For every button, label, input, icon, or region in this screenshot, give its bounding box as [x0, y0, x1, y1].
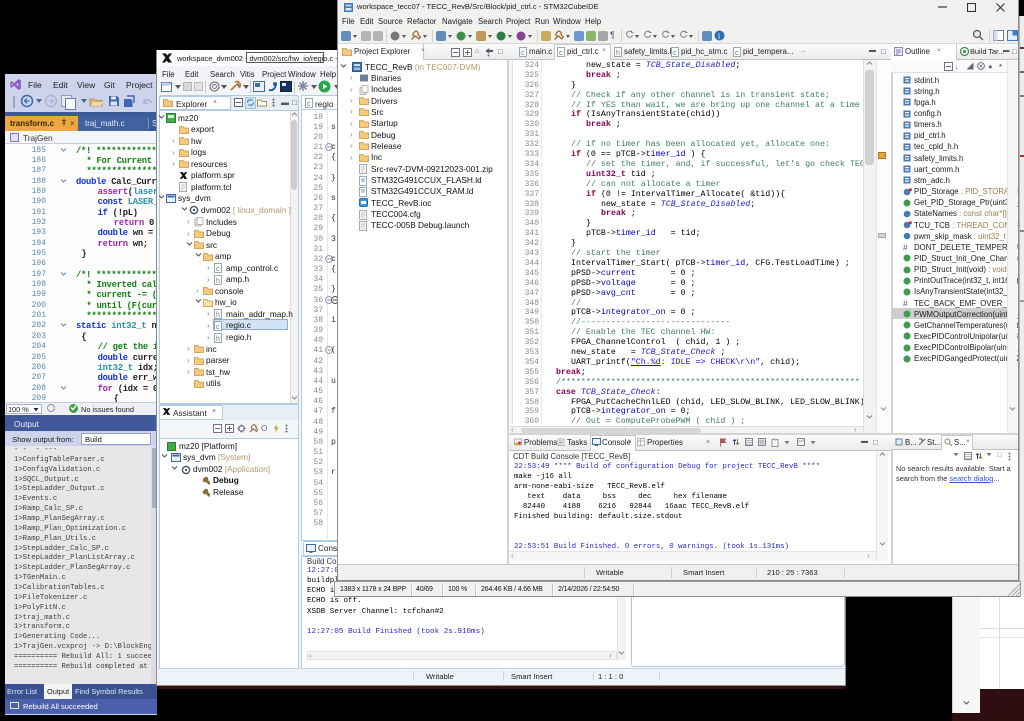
svg-text:h: h [216, 312, 220, 319]
svg-text:c: c [216, 266, 220, 273]
svg-text:c: c [521, 50, 525, 57]
svg-text:h: h [216, 278, 220, 285]
svg-text:c: c [735, 50, 739, 57]
svg-text:c: c [216, 324, 220, 331]
svg-text:h: h [616, 50, 620, 57]
svg-text:#: # [903, 244, 908, 252]
svg-text:c: c [559, 50, 563, 57]
svg-text:c: c [909, 210, 912, 215]
svg-text:c: c [307, 101, 311, 108]
svg-text:c: c [673, 50, 677, 57]
svg-text:h: h [216, 336, 220, 343]
svg-text:#: # [903, 300, 908, 308]
